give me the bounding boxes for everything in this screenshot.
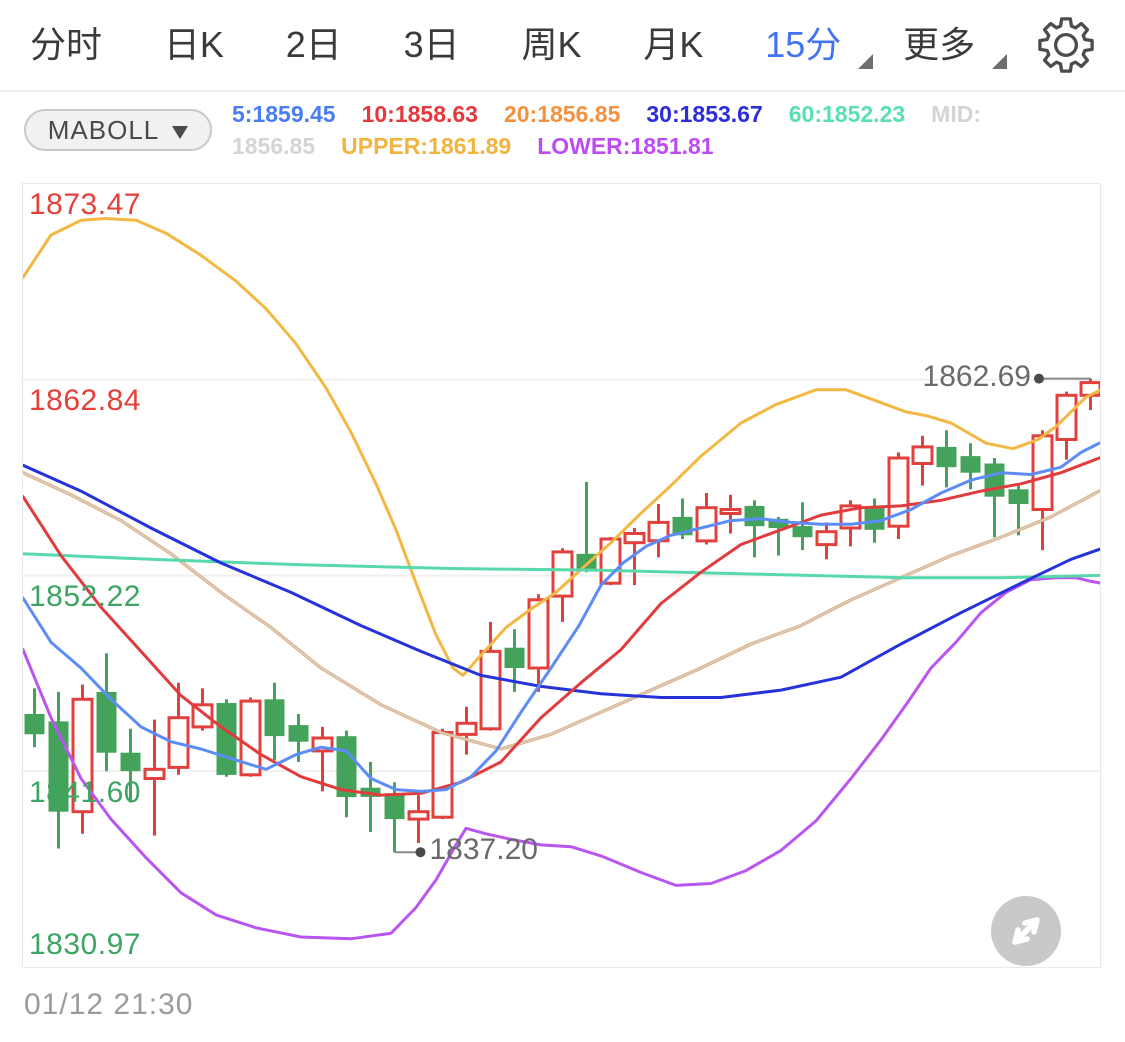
chart-canvas [23,184,1100,967]
gear-icon [1037,16,1095,74]
expand-arrows-icon [991,896,1061,966]
boll-upper-value: UPPER:1861.89 [341,130,511,162]
boll-lower-value: LOWER:1851.81 [537,130,713,162]
y-axis-label: 1841.60 [29,778,141,808]
current-price-label: 1862.69 [923,359,1031,395]
ma30-value: 30:1853.67 [646,98,762,130]
indicator-selector-label: MABOLL [48,115,160,146]
tab-more[interactable]: 更多 [903,27,975,63]
indicator-values: 5:1859.45 10:1858.63 20:1856.85 30:1853.… [232,98,981,162]
tab-3day-k[interactable]: 3日 [404,27,460,63]
ma60-value: 60:1852.23 [789,98,905,130]
boll-mid-value: 1856.85 [232,130,315,162]
tab-monthly-k[interactable]: 月K [643,27,703,63]
chart-period-tabbar: 分时 日K 2日 3日 周K 月K 15分 更多 [0,0,1125,92]
tab-15min[interactable]: 15分 [765,27,841,63]
ma20-value: 20:1856.85 [504,98,620,130]
fullscreen-button[interactable] [991,896,1061,966]
ma5-value: 5:1859.45 [232,98,336,130]
tab-15min-label: 15分 [765,24,841,65]
indicator-bar: MABOLL 5:1859.45 10:1858.63 20:1856.85 3… [24,98,981,162]
tab-weekly-k[interactable]: 周K [521,27,581,63]
chevron-down-icon [992,54,1007,69]
y-axis-label: 1852.22 [29,582,141,612]
candlestick-chart[interactable]: 1873.47 1862.84 1852.22 1841.60 1830.97 [22,183,1101,968]
y-axis-label: 1830.97 [29,930,141,960]
tab-2day-k[interactable]: 2日 [286,27,342,63]
y-axis-label: 1873.47 [29,190,141,220]
chevron-down-icon [858,54,873,69]
low-price-label: 1837.20 [430,832,538,868]
boll-mid-key: MID: [931,98,981,130]
ma10-value: 10:1858.63 [362,98,478,130]
caret-down-icon [172,126,188,139]
x-axis-time-label: 01/12 21:30 [24,988,193,1022]
y-axis-label: 1862.84 [29,386,141,416]
tab-time-share[interactable]: 分时 [30,27,102,63]
tab-daily-k[interactable]: 日K [164,27,224,63]
settings-button[interactable] [1037,16,1095,74]
indicator-selector-button[interactable]: MABOLL [24,109,212,151]
tab-more-label: 更多 [903,24,975,65]
